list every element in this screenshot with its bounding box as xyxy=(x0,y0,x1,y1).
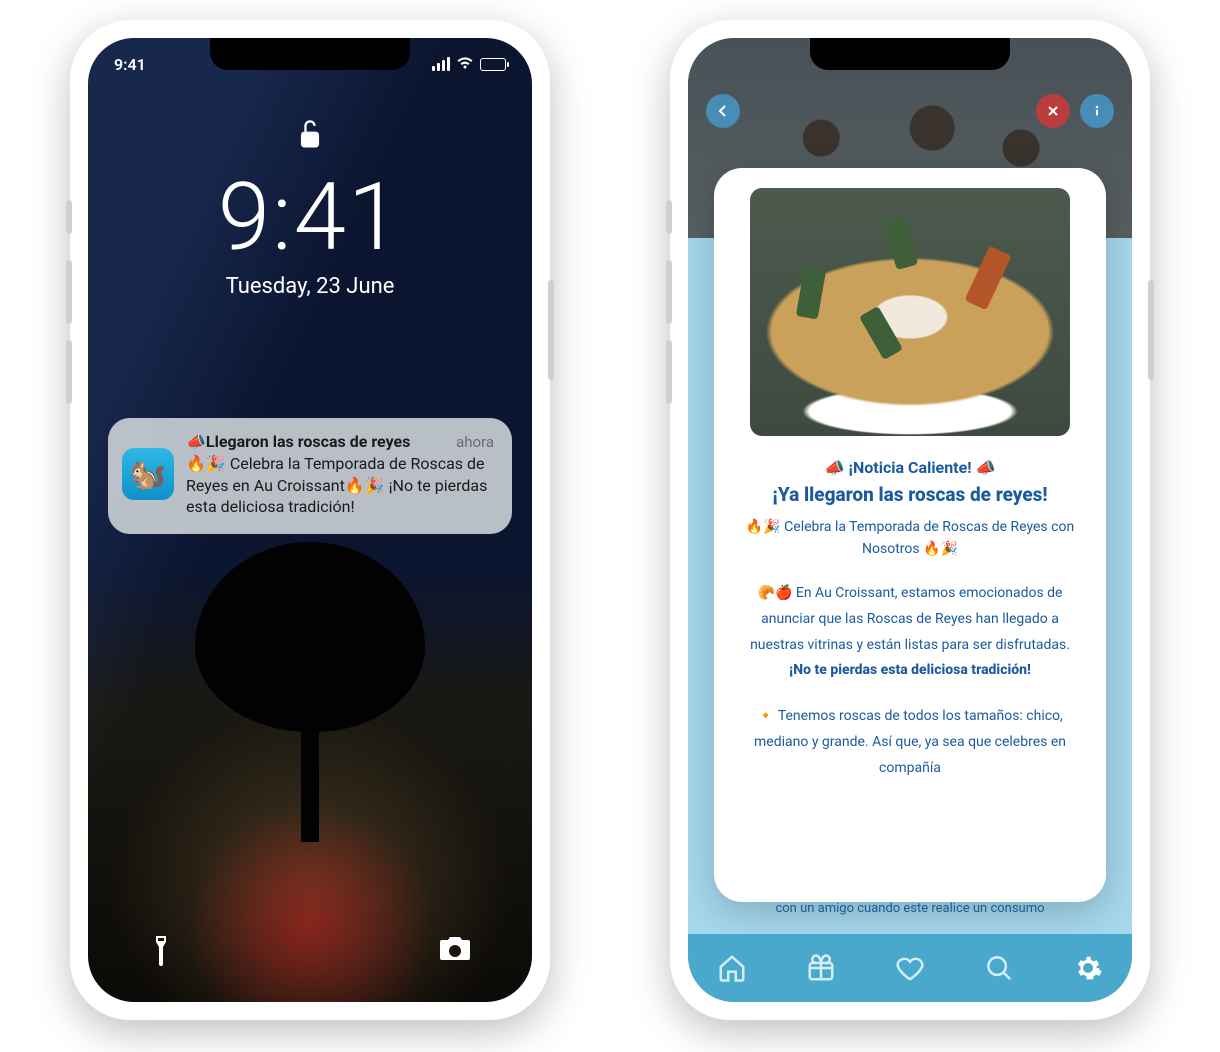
card-paragraph-1: 🥐🍎 En Au Croissant, estamos emocionados … xyxy=(740,581,1080,685)
app-background: con un amigo cuando este realice un cons… xyxy=(688,38,1132,1002)
lockscreen-time: 9:41 xyxy=(88,162,532,272)
detail-card: 📣 ¡Noticia Caliente! 📣 ¡Ya llegaron las … xyxy=(714,168,1106,902)
notification-body: 🔥🎉 Celebra la Temporada de Roscas de Rey… xyxy=(186,453,494,518)
wifi-icon xyxy=(456,55,474,74)
lockscreen-wallpaper: 9:41 xyxy=(88,38,532,1002)
bottom-nav xyxy=(688,934,1132,1002)
status-time: 9:41 xyxy=(114,55,146,74)
notification-app-icon: 🐿️ xyxy=(122,448,174,500)
underlay-text: con un amigo cuando este realice un cons… xyxy=(775,901,1044,916)
nav-gift[interactable] xyxy=(797,944,845,992)
close-button[interactable] xyxy=(1036,94,1070,128)
nav-home[interactable] xyxy=(708,944,756,992)
notification-time: ahora xyxy=(456,433,494,451)
nav-settings[interactable] xyxy=(1064,944,1112,992)
card-subtitle: 🔥🎉 Celebra la Temporada de Roscas de Rey… xyxy=(740,516,1080,561)
info-button[interactable] xyxy=(1080,94,1114,128)
nav-heart[interactable] xyxy=(886,944,934,992)
lockscreen-date: Tuesday, 23 June xyxy=(88,274,532,299)
phone-right-frame: con un amigo cuando este realice un cons… xyxy=(670,20,1150,1020)
card-title: ¡Ya llegaron las roscas de reyes! xyxy=(740,483,1080,506)
notification-title: 📣Llegaron las roscas de reyes xyxy=(186,432,410,451)
notification-card[interactable]: 🐿️ 📣Llegaron las roscas de reyes ahora 🔥… xyxy=(108,418,512,534)
signal-icon xyxy=(432,57,450,71)
notch xyxy=(810,38,1010,70)
notch xyxy=(210,38,410,70)
nav-search[interactable] xyxy=(975,944,1023,992)
battery-icon xyxy=(480,58,506,71)
card-paragraph-2: 🔸 Tenemos roscas de todos los tamaños: c… xyxy=(740,704,1080,782)
back-button[interactable] xyxy=(706,94,740,128)
unlock-icon xyxy=(88,118,532,156)
flashlight-button[interactable] xyxy=(148,934,174,976)
phone-left-frame: 9:41 xyxy=(70,20,550,1020)
card-headline: 📣 ¡Noticia Caliente! 📣 xyxy=(740,458,1080,477)
card-hero-image xyxy=(750,188,1070,436)
camera-button[interactable] xyxy=(438,934,472,976)
